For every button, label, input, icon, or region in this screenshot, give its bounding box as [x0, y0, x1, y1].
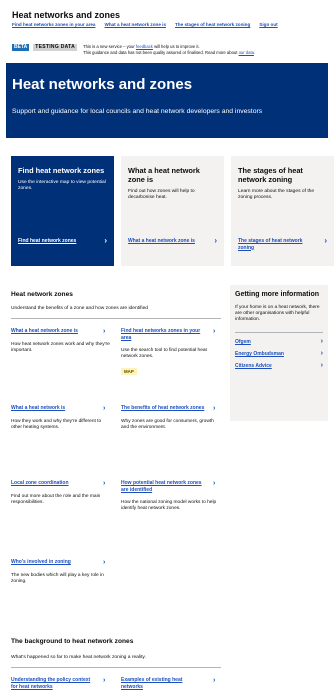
citizens-advice-link[interactable]: Citizens Advice: [235, 363, 272, 369]
item-link[interactable]: The benefits of heat network zones: [121, 405, 205, 412]
banner-text: This guidance and data has not been qual…: [83, 50, 239, 55]
ofgem-link-row[interactable]: Ofgem ›: [235, 337, 323, 345]
banner-text: .: [253, 50, 256, 55]
citizens-advice-link-row[interactable]: Citizens Advice ›: [235, 361, 323, 369]
card-stages[interactable]: The stages of heat network zoning Learn …: [231, 156, 334, 266]
getting-more-information: Getting more information If your home is…: [230, 285, 328, 421]
chevron-right-icon: ›: [103, 677, 106, 684]
aside-title: Getting more information: [235, 291, 319, 298]
chevron-right-icon: ›: [213, 677, 216, 684]
item-description: The new bodies which will play a key rol…: [11, 572, 104, 584]
card-title: What a heat network zone is: [128, 166, 200, 184]
card-description: Learn more about the stages of the zonin…: [238, 189, 315, 201]
banner-text: This is a new service – your: [83, 44, 136, 49]
energy-ombudsman-link[interactable]: Energy Ombudsman: [235, 351, 284, 357]
section-title-heat-network-zones: Heat network zones: [11, 291, 73, 298]
list-item[interactable]: Find heat networks zones in your area › …: [121, 328, 221, 378]
card-find-zones[interactable]: Find heat network zones Use the interact…: [11, 156, 114, 266]
aside-divider: [235, 331, 323, 333]
card-title: The stages of heat network zoning: [238, 166, 303, 184]
section-title-background: The background to heat network zones: [11, 638, 134, 645]
item-link[interactable]: What a heat network zone is: [11, 328, 95, 335]
phase-banner: BETA TESTING DATA This is a new service …: [12, 44, 322, 60]
list-item[interactable]: What a heat network is › How they work a…: [11, 405, 111, 431]
chevron-right-icon: ›: [320, 349, 323, 357]
feedback-link[interactable]: feedback: [136, 44, 153, 49]
energy-ombudsman-link-row[interactable]: Energy Ombudsman ›: [235, 349, 323, 357]
chevron-right-icon: ›: [104, 236, 107, 245]
testing-data-tag: TESTING DATA: [33, 44, 78, 51]
chevron-right-icon: ›: [214, 236, 217, 245]
banner-text: will help us to improve it.: [152, 44, 200, 49]
item-description: Why zones are good for consumers, growth…: [121, 418, 214, 430]
item-link[interactable]: Who's involved in zoning: [11, 559, 95, 566]
card-title: Find heat network zones: [18, 166, 105, 175]
card-link[interactable]: Find heat network zones: [18, 238, 98, 245]
nav-what-zone-is[interactable]: What a heat network zone is: [104, 22, 166, 27]
aside-description: If your home is on a heat network, there…: [235, 305, 320, 323]
chevron-right-icon: ›: [103, 480, 106, 487]
chevron-right-icon: ›: [213, 480, 216, 487]
list-item[interactable]: Understanding the policy context for hea…: [11, 677, 111, 690]
item-link[interactable]: Local zone coordination: [11, 480, 95, 487]
item-link[interactable]: Understanding the policy context for hea…: [11, 677, 95, 690]
section-divider: [11, 318, 221, 319]
header-nav: Find heat networks zones in your area Wh…: [12, 22, 322, 27]
section-divider: [11, 667, 221, 668]
card-description: Use the interactive map to view potentia…: [18, 180, 106, 192]
card-description: Find out how zones will help to decarbon…: [128, 189, 195, 201]
chevron-right-icon: ›: [320, 361, 323, 369]
section-subtitle: Understand the benefits of a zone and ho…: [11, 306, 149, 311]
list-item[interactable]: What a heat network zone is › How heat n…: [11, 328, 111, 354]
banner-message: This is a new service – your feedback wi…: [83, 44, 255, 56]
item-link[interactable]: What a heat network is: [11, 405, 95, 412]
list-item[interactable]: Local zone coordination › Find out more …: [11, 480, 111, 506]
item-description: How the national zoning model works to h…: [121, 500, 217, 512]
hero-banner: Heat networks and zones Support and guid…: [6, 63, 328, 138]
item-link[interactable]: Find heat networks zones in your area: [121, 328, 205, 341]
our-data-link[interactable]: our data: [239, 50, 254, 55]
site-header: Heat networks and zones Find heat networ…: [0, 0, 334, 40]
page-title: Heat networks and zones: [12, 76, 193, 93]
ofgem-link[interactable]: Ofgem: [235, 339, 251, 345]
chevron-right-icon: ›: [324, 236, 327, 245]
list-item[interactable]: How potential heat network zones are ide…: [121, 480, 221, 512]
item-link[interactable]: Examples of existing heat networks: [121, 677, 205, 690]
item-description: How they work and why they're different …: [11, 418, 102, 430]
item-description: Use the search tool to find potential he…: [121, 348, 207, 360]
card-link[interactable]: What a heat network zone is: [128, 238, 208, 245]
chevron-right-icon: ›: [103, 328, 106, 335]
chevron-right-icon: ›: [213, 405, 216, 412]
section-subtitle: What's happened so far to make heat netw…: [11, 655, 146, 660]
list-item[interactable]: Who's involved in zoning › The new bodie…: [11, 559, 111, 585]
chevron-right-icon: ›: [320, 337, 323, 345]
map-tag: MAP: [121, 368, 137, 376]
page-subtitle: Support and guidance for local councils …: [12, 108, 263, 115]
list-item[interactable]: Examples of existing heat networks ›: [121, 677, 221, 690]
nav-sign-out[interactable]: Sign out: [259, 22, 277, 27]
beta-tag: BETA: [12, 44, 30, 51]
item-description: Find out more about the role and the mai…: [11, 493, 101, 505]
chevron-right-icon: ›: [103, 559, 106, 566]
nav-find-zones[interactable]: Find heat networks zones in your area: [12, 22, 95, 27]
item-link[interactable]: How potential heat network zones are ide…: [121, 480, 205, 493]
item-description: How heat network zones work and why they…: [11, 341, 110, 353]
card-link[interactable]: The stages of heat network zoning: [238, 238, 318, 251]
chevron-right-icon: ›: [103, 405, 106, 412]
chevron-right-icon: ›: [213, 328, 216, 335]
service-title[interactable]: Heat networks and zones: [12, 10, 322, 20]
card-what-zone-is[interactable]: What a heat network zone is Find out how…: [121, 156, 224, 266]
nav-stages[interactable]: The stages of heat network zoning: [175, 22, 250, 27]
list-item[interactable]: The benefits of heat network zones › Why…: [121, 405, 221, 431]
